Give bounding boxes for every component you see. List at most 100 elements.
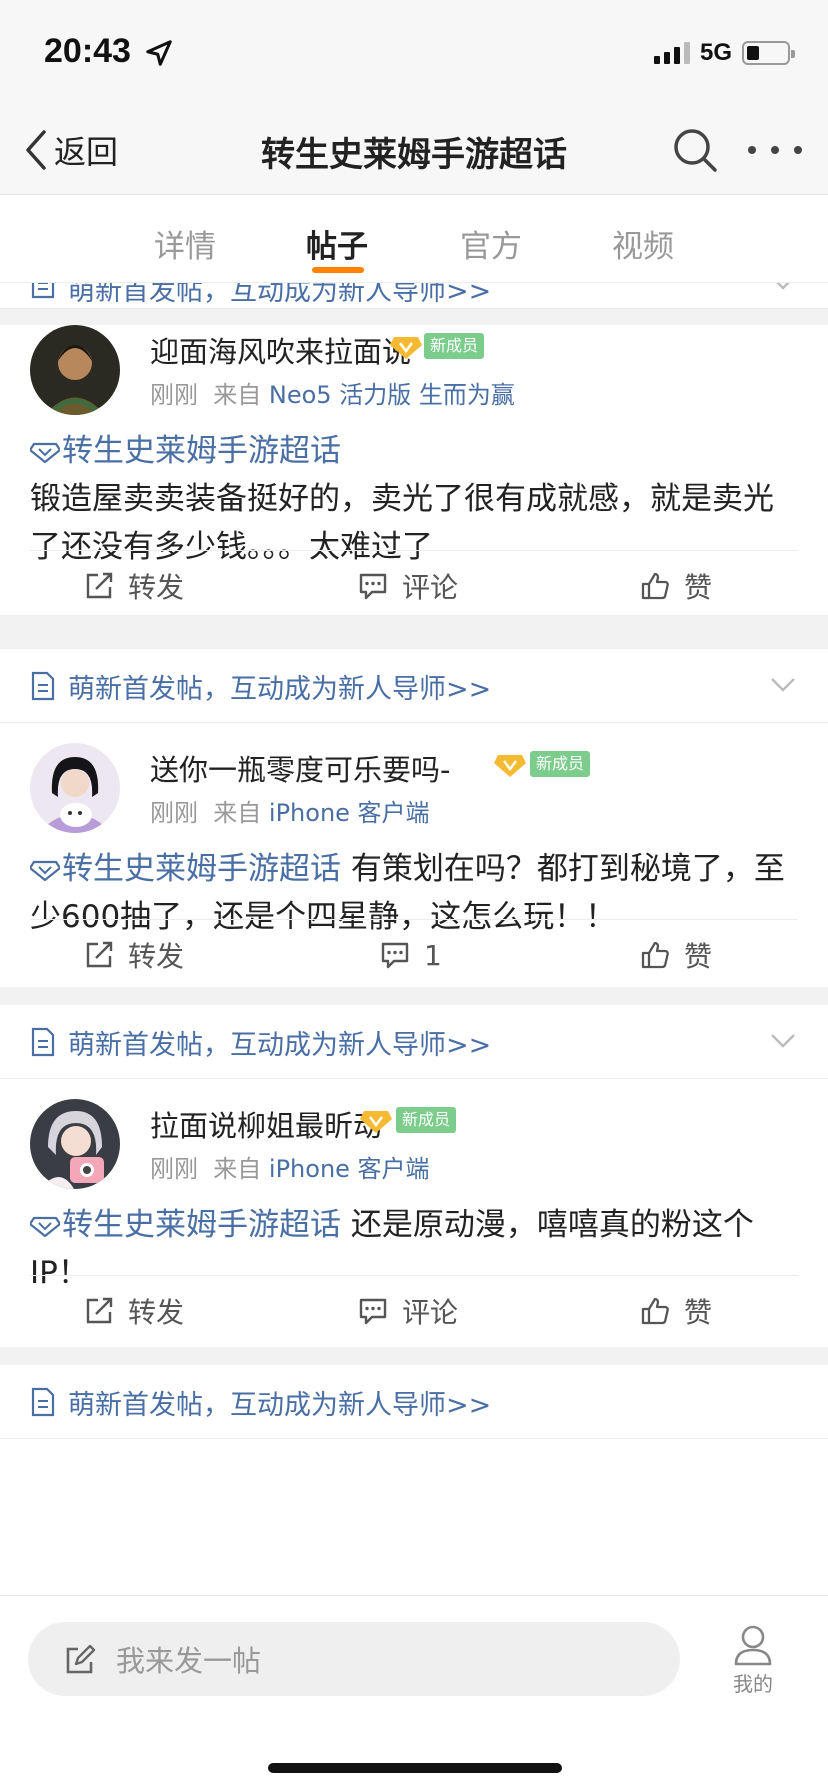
like-label: 赞 <box>684 1296 713 1329</box>
post-time: 刚刚 <box>150 381 198 409</box>
thumbs-up-icon <box>641 1297 669 1325</box>
newbie-banner[interactable]: 萌新首发帖，互动成为新人导师>> <box>0 1005 828 1079</box>
username[interactable]: 迎面海风吹来拉面说 <box>150 329 411 371</box>
comment-icon <box>359 573 387 600</box>
post-from: 来自 <box>213 1155 262 1183</box>
repost-icon <box>86 572 113 599</box>
post-source[interactable]: iPhone 客户端 <box>269 1155 430 1183</box>
comment-button[interactable]: 评论 <box>358 1276 458 1346</box>
newbie-banner[interactable]: 萌新首发帖，互动成为新人导师>> <box>0 1365 828 1439</box>
avatar-image <box>30 325 120 415</box>
post-card[interactable]: 萌新首发帖，互动成为新人导师>> <box>0 1365 828 1595</box>
newbie-banner[interactable]: 萌新首发帖，互动成为新人导师>> <box>0 649 828 723</box>
repost-button[interactable]: 转发 <box>84 1276 184 1346</box>
topic-label: 转生史莱姆手游超话 <box>62 1207 341 1243</box>
avatar-image <box>30 1099 120 1189</box>
username[interactable]: 送你一瓶零度可乐要吗- <box>150 747 450 789</box>
status-indicators: 5G <box>653 38 795 68</box>
repost-label: 转发 <box>128 940 185 973</box>
post-card[interactable]: 萌新首发帖，互动成为新人导师>> 送你一瓶零度可乐要吗- 新成员 刚刚 来自 i… <box>0 649 828 987</box>
user-icon <box>734 1625 772 1666</box>
compose-input[interactable]: 我来发一帖 <box>28 1622 680 1696</box>
chevron-down-icon[interactable] <box>770 283 796 291</box>
tab-details[interactable]: 详情 <box>154 221 216 266</box>
tab-posts[interactable]: 帖子 <box>306 221 368 266</box>
post-feed[interactable]: 萌新首发帖，互动成为新人导师>> 迎面海风吹来拉面说 新成员 刚刚 来自 Neo… <box>0 283 828 1595</box>
avatar[interactable] <box>30 743 120 833</box>
chevron-down-icon[interactable] <box>770 1033 796 1049</box>
like-button[interactable]: 赞 <box>640 1276 712 1346</box>
comment-button[interactable]: 1 <box>380 920 442 990</box>
chevron-left-icon <box>26 130 46 170</box>
repost-button[interactable]: 转发 <box>84 920 184 990</box>
me-label: 我的 <box>733 1672 773 1696</box>
document-icon <box>31 283 55 299</box>
topic-link[interactable]: 转生史莱姆手游超话 <box>30 851 341 887</box>
new-member-badge: 新成员 <box>396 1107 457 1133</box>
thumbs-up-icon <box>641 941 669 969</box>
vip-diamond-icon <box>494 755 526 777</box>
thumbs-up-icon <box>641 572 669 600</box>
battery-icon <box>742 41 795 65</box>
document-icon <box>31 671 55 701</box>
vip-diamond-icon <box>360 1111 392 1133</box>
post-actions: 转发 评论 赞 <box>0 1276 828 1346</box>
avatar[interactable] <box>30 1099 120 1189</box>
location-arrow-icon <box>146 40 172 66</box>
comment-count: 1 <box>424 938 442 972</box>
chevron-down-icon[interactable] <box>770 677 796 693</box>
like-button[interactable]: 赞 <box>640 920 712 990</box>
tab-videos[interactable]: 视频 <box>612 221 674 266</box>
like-button[interactable]: 赞 <box>640 551 712 621</box>
repost-button[interactable]: 转发 <box>84 551 184 621</box>
back-button[interactable]: 返回 <box>22 125 118 175</box>
topic-label: 转生史莱姆手游超话 <box>62 433 341 469</box>
status-bar: 20:43 5G <box>0 0 828 105</box>
banner-text: 萌新首发帖，互动成为新人导师>> <box>68 1390 492 1421</box>
topic-diamond-icon <box>30 442 60 463</box>
post-time: 刚刚 <box>150 1155 198 1183</box>
banner-text: 萌新首发帖，互动成为新人导师>> <box>68 1030 492 1061</box>
tab-bar: 详情 帖子 官方 视频 <box>0 195 828 283</box>
comment-label: 评论 <box>402 571 459 604</box>
home-indicator <box>268 1763 562 1773</box>
tab-official[interactable]: 官方 <box>460 221 522 266</box>
network-type: 5G <box>699 39 732 66</box>
more-button[interactable] <box>748 123 802 177</box>
topic-link[interactable]: 转生史莱姆手游超话 <box>30 433 341 469</box>
banner-text: 萌新首发帖，互动成为新人导师>> <box>68 283 492 307</box>
back-label: 返回 <box>54 133 119 171</box>
post-from: 来自 <box>213 799 262 827</box>
comment-icon <box>359 1298 387 1325</box>
post-meta: 刚刚 来自 iPhone 客户端 <box>150 1149 430 1184</box>
topic-label: 转生史莱姆手游超话 <box>62 851 341 887</box>
status-time: 20:43 <box>44 32 131 70</box>
me-button[interactable]: 我的 <box>722 1624 784 1697</box>
avatar-image <box>30 743 120 833</box>
active-tab-indicator <box>312 267 364 273</box>
compose-placeholder: 我来发一帖 <box>116 1644 262 1678</box>
topic-link[interactable]: 转生史莱姆手游超话 <box>30 1207 341 1243</box>
search-icon[interactable] <box>668 123 722 177</box>
post-source[interactable]: iPhone 客户端 <box>269 799 430 827</box>
dot-icon <box>771 146 779 154</box>
post-card[interactable]: 迎面海风吹来拉面说 新成员 刚刚 来自 Neo5 活力版 生而为赢 转生史莱姆手… <box>0 325 828 615</box>
like-label: 赞 <box>684 940 713 973</box>
topic-diamond-icon <box>30 1216 60 1237</box>
repost-icon <box>86 941 113 968</box>
dot-icon <box>748 146 756 154</box>
edit-icon <box>66 1644 96 1674</box>
newbie-banner[interactable]: 萌新首发帖，互动成为新人导师>> <box>0 283 828 309</box>
document-icon <box>31 1027 55 1057</box>
post-time: 刚刚 <box>150 799 198 827</box>
username[interactable]: 拉面说柳姐最昕动 <box>150 1103 382 1145</box>
new-member-badge: 新成员 <box>424 333 485 359</box>
post-card[interactable]: 萌新首发帖，互动成为新人导师>> 拉面说柳姐最昕动 新成员 刚刚 来自 iPho… <box>0 1005 828 1347</box>
post-source[interactable]: Neo5 活力版 生而为赢 <box>269 381 515 409</box>
avatar[interactable] <box>30 325 120 415</box>
banner-card: 萌新首发帖，互动成为新人导师>> <box>0 283 828 309</box>
like-label: 赞 <box>684 571 713 604</box>
banner-text: 萌新首发帖，互动成为新人导师>> <box>68 674 492 705</box>
comment-button[interactable]: 评论 <box>358 551 458 621</box>
repost-label: 转发 <box>128 571 185 604</box>
